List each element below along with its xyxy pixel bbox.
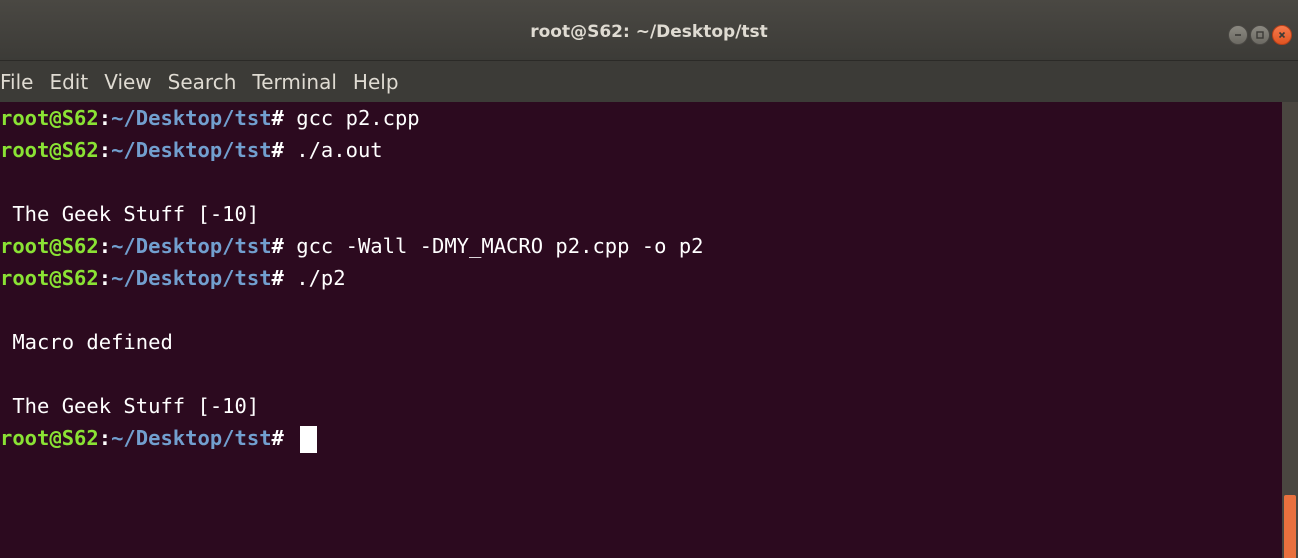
output-text: The Geek Stuff [-10] [0,202,260,226]
prompt-user-host: root@S62 [0,266,99,290]
output-text: The Geek Stuff [-10] [0,394,260,418]
scrollbar[interactable] [1282,102,1298,558]
command-text: gcc p2.cpp [283,106,420,130]
command-line: root@S62:~/Desktop/tst# gcc -Wall -DMY_M… [0,230,1282,262]
output-line: The Geek Stuff [-10] [0,390,1282,422]
scrollbar-thumb[interactable] [1284,495,1296,558]
command-text: gcc -Wall -DMY_MACRO p2.cpp -o p2 [283,234,704,258]
menu-terminal[interactable]: Terminal [244,70,345,94]
prompt-path: ~/Desktop/tst [111,426,272,450]
menu-view[interactable]: View [96,70,159,94]
command-line: root@S62:~/Desktop/tst# [0,422,1282,454]
prompt-separator: : [98,106,112,130]
prompt-path: ~/Desktop/tst [111,234,272,258]
menu-file[interactable]: File [0,70,41,94]
command-line: root@S62:~/Desktop/tst# ./p2 [0,262,1282,294]
maximize-button[interactable] [1250,25,1270,45]
minimize-icon [1235,34,1241,36]
prompt-user-host: root@S62 [0,426,99,450]
menu-help[interactable]: Help [345,70,407,94]
close-button[interactable] [1272,25,1292,45]
command-line: root@S62:~/Desktop/tst# gcc p2.cpp [0,102,1282,134]
prompt-path: ~/Desktop/tst [111,106,272,130]
menu-search[interactable]: Search [160,70,245,94]
prompt-separator: : [98,426,112,450]
prompt-symbol: # [271,266,284,290]
terminal-window: root@S62: ~/Desktop/tst File Edit View S… [0,0,1298,558]
prompt-symbol: # [271,426,284,450]
menu-bar: File Edit View Search Terminal Help [0,61,1298,102]
window-title: root@S62: ~/Desktop/tst [530,22,768,42]
close-icon [1278,31,1286,39]
minimize-button[interactable] [1228,25,1248,45]
command-text [284,426,296,450]
prompt-symbol: # [271,106,284,130]
prompt-symbol: # [271,234,284,258]
prompt-user-host: root@S62 [0,138,99,162]
menu-edit[interactable]: Edit [41,70,96,94]
maximize-icon [1256,31,1264,39]
prompt-separator: : [98,138,112,162]
prompt-symbol: # [271,138,284,162]
prompt-user-host: root@S62 [0,106,99,130]
prompt-user-host: root@S62 [0,234,99,258]
text-cursor [300,425,318,453]
output-line: Macro defined [0,326,1282,358]
terminal-output[interactable]: root@S62:~/Desktop/tst# gcc p2.cpp root@S… [0,102,1282,558]
prompt-separator: : [98,234,112,258]
window-controls [1228,25,1292,45]
title-bar[interactable]: root@S62: ~/Desktop/tst [0,0,1298,61]
command-text: ./p2 [283,266,346,290]
prompt-path: ~/Desktop/tst [111,266,272,290]
prompt-separator: : [98,266,112,290]
command-line: root@S62:~/Desktop/tst# ./a.out [0,134,1282,166]
output-line: The Geek Stuff [-10] [0,198,1282,230]
prompt-path: ~/Desktop/tst [111,138,272,162]
output-text: Macro defined [0,330,173,354]
command-text: ./a.out [283,138,383,162]
